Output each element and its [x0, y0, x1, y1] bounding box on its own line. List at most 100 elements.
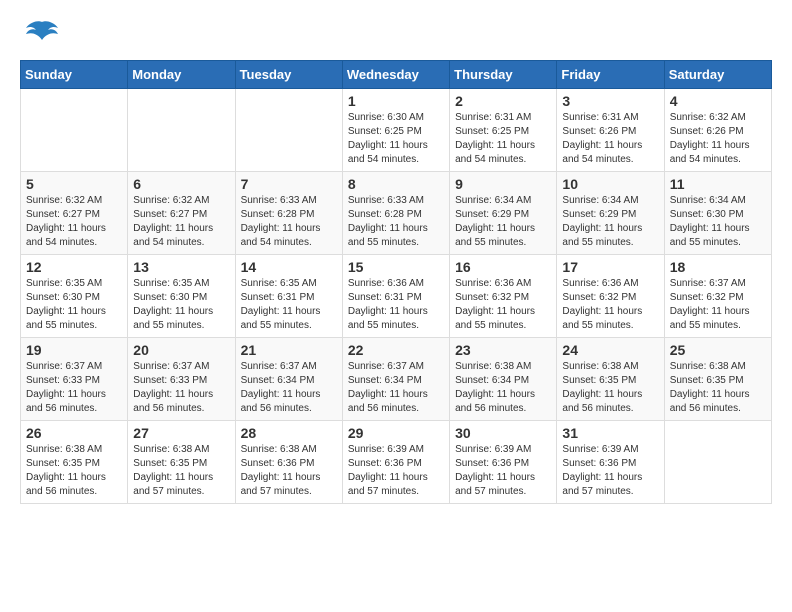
calendar-cell: 29Sunrise: 6:39 AMSunset: 6:36 PMDayligh…	[342, 421, 449, 504]
day-content: Sunrise: 6:33 AMSunset: 6:28 PMDaylight:…	[241, 194, 337, 250]
day-content: Sunrise: 6:38 AMSunset: 6:35 PMDaylight:…	[670, 360, 766, 416]
calendar-cell: 16Sunrise: 6:36 AMSunset: 6:32 PMDayligh…	[450, 255, 557, 338]
day-number: 15	[348, 259, 444, 275]
page-header	[20, 20, 772, 50]
day-content: Sunrise: 6:39 AMSunset: 6:36 PMDaylight:…	[455, 443, 551, 499]
day-number: 5	[26, 176, 122, 192]
calendar-cell: 6 Sunrise: 6:32 AMSunset: 6:27 PMDaylight…	[128, 172, 235, 255]
day-content: Sunrise: 6:34 AMSunset: 6:29 PMDaylight:…	[562, 194, 658, 250]
day-number: 24	[562, 342, 658, 358]
calendar-cell: 3 Sunrise: 6:31 AMSunset: 6:26 PMDaylight…	[557, 89, 664, 172]
day-number: 31	[562, 425, 658, 441]
calendar-week-row: 26 Sunrise: 6:38 AMSunset: 6:35 PMDayligh…	[21, 421, 772, 504]
day-content: Sunrise: 6:37 AMSunset: 6:32 PMDaylight:…	[670, 277, 766, 333]
calendar-cell: 30 Sunrise: 6:39 AMSunset: 6:36 PMDayligh…	[450, 421, 557, 504]
calendar-cell: 27 Sunrise: 6:38 AMSunset: 6:35 PMDayligh…	[128, 421, 235, 504]
calendar-day-header: Sunday	[21, 61, 128, 89]
calendar-cell: 2 Sunrise: 6:31 AMSunset: 6:25 PMDaylight…	[450, 89, 557, 172]
day-content: Sunrise: 6:35 AMSunset: 6:30 PMDaylight:…	[133, 277, 229, 333]
calendar-cell	[235, 89, 342, 172]
day-number: 1	[348, 93, 444, 109]
calendar-cell: 7Sunrise: 6:33 AMSunset: 6:28 PMDaylight…	[235, 172, 342, 255]
calendar-cell: 22 Sunrise: 6:37 AMSunset: 6:34 PMDayligh…	[342, 338, 449, 421]
day-number: 28	[241, 425, 337, 441]
day-number: 20	[133, 342, 229, 358]
calendar-cell: 12Sunrise: 6:35 AMSunset: 6:30 PMDayligh…	[21, 255, 128, 338]
calendar-cell: 15 Sunrise: 6:36 AMSunset: 6:31 PMDayligh…	[342, 255, 449, 338]
calendar-cell: 26 Sunrise: 6:38 AMSunset: 6:35 PMDayligh…	[21, 421, 128, 504]
day-content: Sunrise: 6:37 AMSunset: 6:34 PMDaylight:…	[348, 360, 444, 416]
day-content: Sunrise: 6:38 AMSunset: 6:35 PMDaylight:…	[562, 360, 658, 416]
day-content: Sunrise: 6:37 AMSunset: 6:33 PMDaylight:…	[133, 360, 229, 416]
day-content: Sunrise: 6:36 AMSunset: 6:31 PMDaylight:…	[348, 277, 444, 333]
calendar-week-row: 5 Sunrise: 6:32 AMSunset: 6:27 PMDaylight…	[21, 172, 772, 255]
calendar-cell: 19Sunrise: 6:37 AMSunset: 6:33 PMDayligh…	[21, 338, 128, 421]
day-number: 3	[562, 93, 658, 109]
day-number: 26	[26, 425, 122, 441]
calendar-day-header: Tuesday	[235, 61, 342, 89]
day-content: Sunrise: 6:32 AMSunset: 6:27 PMDaylight:…	[133, 194, 229, 250]
day-number: 27	[133, 425, 229, 441]
day-content: Sunrise: 6:34 AMSunset: 6:29 PMDaylight:…	[455, 194, 551, 250]
day-content: Sunrise: 6:39 AMSunset: 6:36 PMDaylight:…	[562, 443, 658, 499]
day-number: 30	[455, 425, 551, 441]
calendar-day-header: Monday	[128, 61, 235, 89]
calendar-cell: 14Sunrise: 6:35 AMSunset: 6:31 PMDayligh…	[235, 255, 342, 338]
day-content: Sunrise: 6:31 AMSunset: 6:25 PMDaylight:…	[455, 111, 551, 167]
day-content: Sunrise: 6:37 AMSunset: 6:34 PMDaylight:…	[241, 360, 337, 416]
calendar-day-header: Thursday	[450, 61, 557, 89]
calendar-header-row: SundayMondayTuesdayWednesdayThursdayFrid…	[21, 61, 772, 89]
day-number: 6	[133, 176, 229, 192]
calendar-cell: 10 Sunrise: 6:34 AMSunset: 6:29 PMDayligh…	[557, 172, 664, 255]
day-content: Sunrise: 6:39 AMSunset: 6:36 PMDaylight:…	[348, 443, 444, 499]
day-number: 4	[670, 93, 766, 109]
calendar-cell	[128, 89, 235, 172]
day-number: 25	[670, 342, 766, 358]
calendar-cell: 9 Sunrise: 6:34 AMSunset: 6:29 PMDaylight…	[450, 172, 557, 255]
day-content: Sunrise: 6:31 AMSunset: 6:26 PMDaylight:…	[562, 111, 658, 167]
calendar-cell: 4 Sunrise: 6:32 AMSunset: 6:26 PMDaylight…	[664, 89, 771, 172]
calendar-table: SundayMondayTuesdayWednesdayThursdayFrid…	[20, 60, 772, 504]
day-content: Sunrise: 6:38 AMSunset: 6:34 PMDaylight:…	[455, 360, 551, 416]
day-content: Sunrise: 6:36 AMSunset: 6:32 PMDaylight:…	[562, 277, 658, 333]
day-content: Sunrise: 6:34 AMSunset: 6:30 PMDaylight:…	[670, 194, 766, 250]
day-number: 22	[348, 342, 444, 358]
day-content: Sunrise: 6:33 AMSunset: 6:28 PMDaylight:…	[348, 194, 444, 250]
calendar-cell: 21 Sunrise: 6:37 AMSunset: 6:34 PMDayligh…	[235, 338, 342, 421]
day-number: 9	[455, 176, 551, 192]
calendar-day-header: Saturday	[664, 61, 771, 89]
day-number: 17	[562, 259, 658, 275]
day-content: Sunrise: 6:38 AMSunset: 6:35 PMDaylight:…	[26, 443, 122, 499]
day-number: 21	[241, 342, 337, 358]
calendar-day-header: Wednesday	[342, 61, 449, 89]
day-content: Sunrise: 6:36 AMSunset: 6:32 PMDaylight:…	[455, 277, 551, 333]
day-content: Sunrise: 6:30 AMSunset: 6:25 PMDaylight:…	[348, 111, 444, 167]
day-number: 12	[26, 259, 122, 275]
calendar-cell: 13 Sunrise: 6:35 AMSunset: 6:30 PMDayligh…	[128, 255, 235, 338]
calendar-cell: 23 Sunrise: 6:38 AMSunset: 6:34 PMDayligh…	[450, 338, 557, 421]
calendar-cell	[21, 89, 128, 172]
calendar-week-row: 1 Sunrise: 6:30 AMSunset: 6:25 PMDaylight…	[21, 89, 772, 172]
day-number: 13	[133, 259, 229, 275]
calendar-cell: 25 Sunrise: 6:38 AMSunset: 6:35 PMDayligh…	[664, 338, 771, 421]
calendar-cell: 17 Sunrise: 6:36 AMSunset: 6:32 PMDayligh…	[557, 255, 664, 338]
calendar-cell: 11 Sunrise: 6:34 AMSunset: 6:30 PMDayligh…	[664, 172, 771, 255]
day-number: 11	[670, 176, 766, 192]
calendar-cell: 8Sunrise: 6:33 AMSunset: 6:28 PMDaylight…	[342, 172, 449, 255]
day-number: 10	[562, 176, 658, 192]
calendar-cell: 20 Sunrise: 6:37 AMSunset: 6:33 PMDayligh…	[128, 338, 235, 421]
day-content: Sunrise: 6:32 AMSunset: 6:26 PMDaylight:…	[670, 111, 766, 167]
day-content: Sunrise: 6:38 AMSunset: 6:35 PMDaylight:…	[133, 443, 229, 499]
calendar-cell: 18 Sunrise: 6:37 AMSunset: 6:32 PMDayligh…	[664, 255, 771, 338]
calendar-week-row: 12 Sunrise: 6:35 AMSunset: 6:30 PMDayligh…	[21, 255, 772, 338]
calendar-cell: 24 Sunrise: 6:38 AMSunset: 6:35 PMDayligh…	[557, 338, 664, 421]
day-number: 23	[455, 342, 551, 358]
day-number: 18	[670, 259, 766, 275]
day-content: Sunrise: 6:32 AMSunset: 6:27 PMDaylight:…	[26, 194, 122, 250]
calendar-week-row: 19Sunrise: 6:37 AMSunset: 6:33 PMDayligh…	[21, 338, 772, 421]
day-number: 2	[455, 93, 551, 109]
calendar-cell: 5 Sunrise: 6:32 AMSunset: 6:27 PMDaylight…	[21, 172, 128, 255]
day-content: Sunrise: 6:38 AMSunset: 6:36 PMDaylight:…	[241, 443, 337, 499]
calendar-cell: 28 Sunrise: 6:38 AMSunset: 6:36 PMDayligh…	[235, 421, 342, 504]
logo	[20, 20, 60, 50]
